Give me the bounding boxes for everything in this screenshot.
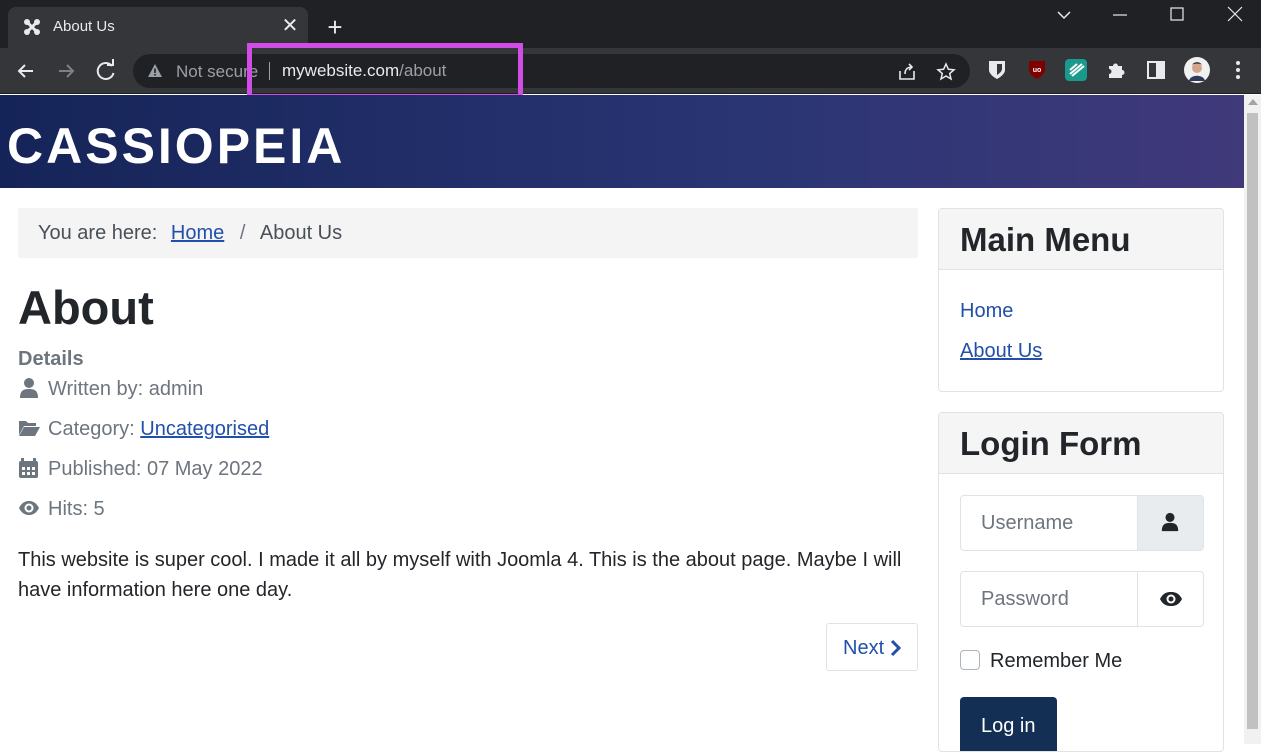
username-input[interactable]: [961, 496, 1138, 550]
eye-icon: [19, 501, 39, 515]
calendar-icon: [19, 458, 38, 478]
meta-published: Published: 07 May 2022: [18, 457, 263, 481]
page-title: About: [18, 281, 154, 334]
username-group: [960, 495, 1204, 551]
category-label: Category:: [48, 418, 135, 440]
remember-me-checkbox[interactable]: [960, 650, 980, 670]
star-icon[interactable]: [936, 62, 956, 82]
main-menu-card: Main Menu Home About Us: [938, 208, 1224, 392]
password-group: [960, 571, 1204, 627]
meta-category: Category: Uncategorised: [18, 417, 269, 441]
article-body: This website is super cool. I made it al…: [18, 549, 902, 601]
svg-text:uo: uo: [1033, 67, 1042, 74]
user-icon: [1161, 512, 1179, 532]
next-button[interactable]: Next: [826, 623, 918, 671]
extension-icon[interactable]: [1065, 59, 1087, 81]
sidepanel-icon[interactable]: [1145, 59, 1167, 81]
remember-me-label[interactable]: Remember Me: [990, 650, 1122, 672]
main-menu-title: Main Menu: [960, 221, 1131, 258]
scroll-thumb[interactable]: [1247, 113, 1258, 729]
login-form-header: Login Form: [939, 413, 1223, 474]
published-text: Published: 07 May 2022: [48, 458, 263, 480]
hits-text: Hits: 5: [48, 498, 105, 520]
browser-toolbar: Not secure mywebsite.com/about uo: [0, 48, 1261, 94]
tab-close-button[interactable]: ✕: [278, 14, 302, 38]
login-form-card: Login Form Remember Me Log in: [938, 412, 1224, 752]
category-link[interactable]: Uncategorised: [140, 418, 269, 440]
avatar[interactable]: [1184, 57, 1210, 83]
warning-icon[interactable]: [147, 63, 163, 79]
browser-tab-bar: About Us ✕ +: [0, 0, 1261, 48]
joomla-favicon: [24, 19, 40, 35]
login-form-title: Login Form: [960, 425, 1142, 462]
breadcrumb-separator: /: [239, 222, 246, 244]
breadcrumb-prefix: You are here:: [38, 222, 158, 244]
tab-search-button[interactable]: [1049, 4, 1079, 26]
main-menu-header: Main Menu: [939, 209, 1223, 270]
next-label: Next: [843, 637, 885, 659]
close-window-button[interactable]: [1220, 4, 1250, 26]
chevron-right-icon: [890, 639, 902, 657]
site-brand[interactable]: CASSIOPEIA: [7, 117, 345, 175]
site-banner: CASSIOPEIA: [0, 95, 1244, 188]
ublock-icon[interactable]: uo: [1026, 59, 1048, 81]
meta-author: Written by: admin: [18, 377, 203, 401]
forward-button[interactable]: [52, 57, 80, 85]
breadcrumb-home-link[interactable]: Home: [171, 222, 224, 244]
login-button-label: Log in: [981, 715, 1036, 737]
details-heading: Details: [18, 348, 84, 370]
browser-tab[interactable]: About Us ✕: [8, 7, 308, 48]
folder-icon: [19, 421, 40, 436]
show-password-button[interactable]: [1137, 572, 1203, 626]
author-text: Written by: admin: [48, 378, 204, 400]
remember-me-row: Remember Me: [960, 650, 1122, 673]
back-button[interactable]: [12, 57, 40, 85]
scroll-up-arrow[interactable]: [1248, 99, 1258, 105]
security-label[interactable]: Not secure: [176, 62, 258, 82]
username-addon: [1137, 496, 1203, 550]
reload-button[interactable]: [92, 57, 120, 85]
maximize-button[interactable]: [1162, 4, 1192, 26]
puzzle-icon[interactable]: [1105, 59, 1127, 81]
menu-item-about-us[interactable]: About Us: [960, 340, 1042, 363]
breadcrumb: You are here: Home / About Us: [18, 208, 918, 258]
tab-title: About Us: [53, 18, 115, 35]
menu-item-home[interactable]: Home: [960, 300, 1013, 323]
user-icon: [20, 378, 38, 398]
eye-icon: [1160, 592, 1182, 606]
menu-icon[interactable]: [1227, 59, 1249, 81]
bitwarden-icon[interactable]: [986, 59, 1008, 81]
meta-hits: Hits: 5: [18, 497, 105, 521]
password-input[interactable]: [961, 572, 1138, 626]
minimize-button[interactable]: [1105, 4, 1135, 26]
url-highlight-box: [247, 43, 523, 99]
breadcrumb-current: About Us: [259, 222, 343, 244]
new-tab-button[interactable]: +: [322, 14, 348, 40]
page-scrollbar[interactable]: [1244, 95, 1261, 744]
share-icon[interactable]: [897, 62, 917, 82]
